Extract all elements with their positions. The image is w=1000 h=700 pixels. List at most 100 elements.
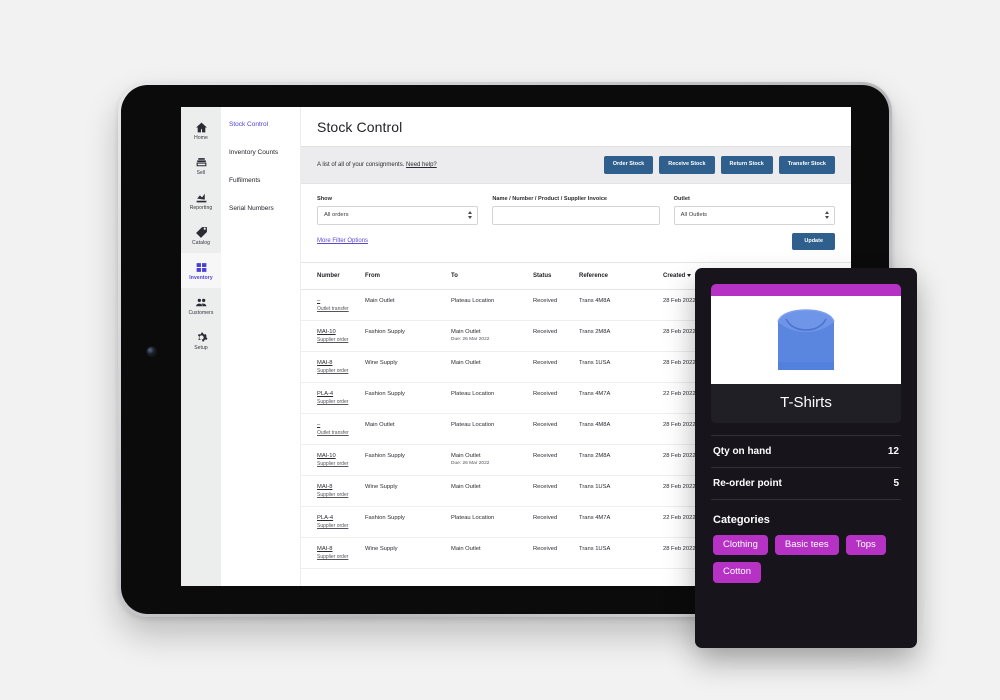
- subnav-item-stock-control[interactable]: Stock Control: [229, 121, 300, 128]
- consignment-type[interactable]: Supplier order: [317, 399, 361, 405]
- consignment-type[interactable]: Supplier order: [317, 523, 361, 529]
- blue-folded-tshirt-icon: [777, 309, 835, 370]
- update-button[interactable]: Update: [792, 232, 835, 250]
- chevron-updown-icon: [825, 211, 829, 219]
- sidebar-item-sell[interactable]: Sell: [181, 148, 221, 183]
- sidebar-item-inventory[interactable]: Inventory: [181, 253, 221, 288]
- cell-reference: Trans 1USA: [579, 475, 663, 507]
- cell-number[interactable]: MAI-8 Supplier order: [301, 351, 365, 383]
- sidebar-label: Home: [194, 135, 208, 141]
- cell-reference: Trans 1USA: [579, 537, 663, 569]
- category-chip[interactable]: Tops: [845, 535, 886, 556]
- filter-actions: More Filter Options Update: [301, 232, 851, 263]
- people-icon: [195, 296, 208, 309]
- col-header-status[interactable]: Status: [533, 263, 579, 290]
- cell-from: Wine Supply: [365, 475, 451, 507]
- product-accent-bar: [711, 284, 901, 296]
- sidebar-item-customers[interactable]: Customers: [181, 288, 221, 323]
- consignment-type[interactable]: Supplier order: [317, 337, 361, 343]
- tag-icon: [195, 226, 208, 239]
- category-chip[interactable]: Basic tees: [774, 535, 839, 556]
- cell-from: Fashion Supply: [365, 506, 451, 538]
- cell-to: Main Outlet: [451, 475, 533, 507]
- search-input[interactable]: [492, 205, 660, 225]
- stat-value: 12: [887, 446, 899, 457]
- cell-number[interactable]: MAI-10 Supplier order: [301, 320, 365, 352]
- consignment-number[interactable]: MAI-10: [317, 329, 361, 335]
- filter-show-select[interactable]: All orders: [317, 205, 479, 225]
- cell-from: Main Outlet: [365, 289, 451, 321]
- order-stock-button[interactable]: Order Stock: [603, 156, 654, 174]
- col-header-from[interactable]: From: [365, 263, 451, 290]
- col-header-reference[interactable]: Reference: [579, 263, 663, 290]
- cell-status: Received: [533, 351, 579, 383]
- col-header-number[interactable]: Number: [301, 263, 365, 290]
- consignment-number[interactable]: PLA-4: [317, 515, 361, 521]
- destination-name: Plateau Location: [451, 422, 495, 428]
- destination-name: Plateau Location: [451, 298, 495, 304]
- consignment-number[interactable]: MAI-8: [317, 484, 361, 490]
- cell-number[interactable]: – Outlet transfer: [301, 413, 365, 445]
- sidebar-label: Reporting: [189, 205, 213, 211]
- return-stock-button[interactable]: Return Stock: [720, 156, 773, 174]
- sidebar-item-setup[interactable]: Setup: [181, 323, 221, 358]
- description-text: A list of all of your consignments.: [317, 161, 405, 168]
- consignment-number[interactable]: –: [317, 422, 361, 428]
- category-chip[interactable]: Cotton: [713, 562, 761, 583]
- consignment-number[interactable]: PLA-4: [317, 391, 361, 397]
- sort-desc-caret-icon: [687, 273, 692, 277]
- filter-outlet-select[interactable]: All Outlets: [673, 205, 835, 225]
- sidebar-item-reporting[interactable]: Reporting: [181, 183, 221, 218]
- consignment-type[interactable]: Outlet transfer: [317, 306, 361, 312]
- consignment-type[interactable]: Supplier order: [317, 492, 361, 498]
- product-card[interactable]: T-Shirts: [711, 284, 901, 423]
- cell-number[interactable]: PLA-4 Supplier order: [301, 382, 365, 414]
- sidebar-label: Catalog: [192, 240, 210, 246]
- more-filter-options-link[interactable]: More Filter Options: [317, 238, 368, 244]
- cell-reference: Trans 4M7A: [579, 506, 663, 538]
- category-chip[interactable]: Clothing: [713, 535, 768, 556]
- cell-to: Main Outlet Due: 26 Mar 2022: [451, 444, 533, 476]
- sidebar-label: Inventory: [189, 275, 213, 281]
- consignment-number[interactable]: MAI-8: [317, 546, 361, 552]
- receive-stock-button[interactable]: Receive Stock: [659, 156, 715, 174]
- sidebar-label: Setup: [194, 345, 208, 351]
- need-help-link[interactable]: Need help?: [406, 162, 437, 168]
- cell-status: Received: [533, 506, 579, 538]
- consignment-type[interactable]: Supplier order: [317, 554, 361, 560]
- consignment-type[interactable]: Supplier order: [317, 368, 361, 374]
- cell-reference: Trans 4M8A: [579, 413, 663, 445]
- col-header-to[interactable]: To: [451, 263, 533, 290]
- transfer-stock-button[interactable]: Transfer Stock: [778, 156, 835, 174]
- sidebar-label: Sell: [196, 170, 206, 176]
- cell-status: Received: [533, 413, 579, 445]
- cell-from: Fashion Supply: [365, 444, 451, 476]
- cell-number[interactable]: MAI-8 Supplier order: [301, 475, 365, 507]
- consignment-type[interactable]: Supplier order: [317, 461, 361, 467]
- sidebar-item-catalog[interactable]: Catalog: [181, 218, 221, 253]
- page-subheader: A list of all of your consignments. Need…: [301, 146, 851, 184]
- consignment-type[interactable]: Outlet transfer: [317, 430, 361, 436]
- page-description: A list of all of your consignments. Need…: [317, 162, 437, 168]
- cell-reference: Trans 4M7A: [579, 382, 663, 414]
- filter-outlet-label: Outlet: [673, 195, 690, 202]
- consignment-number[interactable]: MAI-10: [317, 453, 361, 459]
- product-stats: Qty on hand 12 Re-order point 5: [711, 435, 901, 500]
- cell-number[interactable]: MAI-10 Supplier order: [301, 444, 365, 476]
- sidebar-item-home[interactable]: Home: [181, 113, 221, 148]
- cell-number[interactable]: MAI-8 Supplier order: [301, 537, 365, 569]
- home-icon: [195, 121, 208, 134]
- sidebar-label: Customers: [188, 310, 214, 316]
- cell-from: Fashion Supply: [365, 320, 451, 352]
- consignment-number[interactable]: –: [317, 298, 361, 304]
- cell-to: Plateau Location: [451, 413, 533, 445]
- cell-number[interactable]: PLA-4 Supplier order: [301, 506, 365, 538]
- subnav-item-fulfilments[interactable]: Fulfilments: [229, 177, 300, 184]
- cell-number[interactable]: – Outlet transfer: [301, 289, 365, 321]
- stat-label: Re-order point: [713, 478, 782, 489]
- destination-name: Plateau Location: [451, 391, 495, 397]
- subnav-item-inventory-counts[interactable]: Inventory Counts: [229, 149, 300, 156]
- consignment-number[interactable]: MAI-8: [317, 360, 361, 366]
- subnav-item-serial-numbers[interactable]: Serial Numbers: [229, 205, 300, 212]
- filter-outlet: Outlet All Outlets: [673, 195, 835, 225]
